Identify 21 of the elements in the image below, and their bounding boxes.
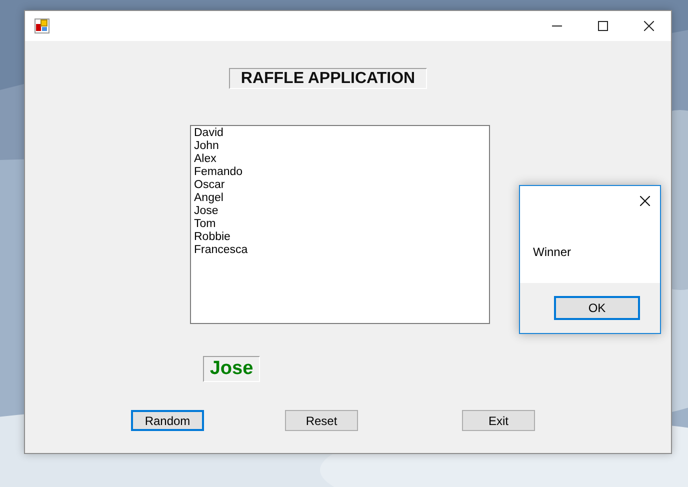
list-item[interactable]: Alex [194,153,216,166]
message-text: Winner [533,245,572,259]
maximize-icon[interactable] [598,21,608,31]
list-item[interactable]: Oscar [194,179,225,192]
list-item[interactable]: Tom [194,218,216,231]
winner-label: Jose [203,356,260,382]
ok-button[interactable]: OK [554,296,640,320]
list-item[interactable]: Francesca [194,244,248,257]
close-icon[interactable] [640,196,650,206]
random-button[interactable]: Random [131,410,204,431]
heading-label: RAFFLE APPLICATION [229,68,427,89]
app-icon [34,18,50,34]
close-icon[interactable] [644,21,654,31]
reset-button[interactable]: Reset [285,410,358,431]
list-item[interactable]: Femando [194,166,243,179]
list-item[interactable]: Angel [194,192,224,205]
list-item[interactable]: David [194,127,224,140]
exit-button[interactable]: Exit [462,410,535,431]
list-item[interactable]: Jose [194,205,218,218]
list-item[interactable]: John [194,140,219,153]
list-item[interactable]: Robbie [194,231,230,244]
